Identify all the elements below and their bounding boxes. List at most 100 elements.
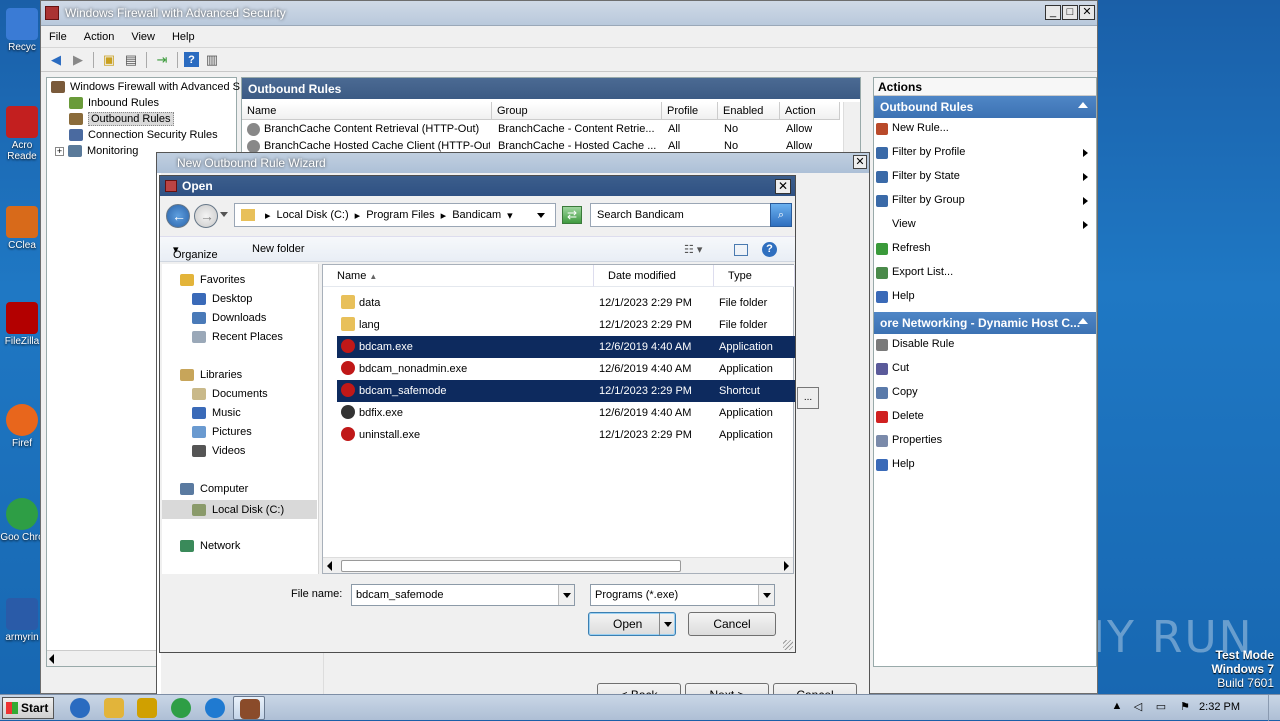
- file-row[interactable]: bdfix.exe 12/6/2019 4:40 AM Application: [337, 402, 795, 424]
- nav-desktop[interactable]: Desktop: [192, 293, 252, 305]
- nav-libraries[interactable]: Libraries: [180, 369, 242, 381]
- action-center-icon[interactable]: ⚑: [1178, 700, 1192, 714]
- menu-action[interactable]: Action: [84, 31, 115, 43]
- show-desktop-button[interactable]: [1268, 695, 1280, 721]
- file-row[interactable]: lang 12/1/2023 2:29 PM File folder: [337, 314, 795, 336]
- nav-videos[interactable]: Videos: [192, 445, 245, 457]
- tree-item-inbound-rules[interactable]: Inbound Rules: [69, 95, 159, 111]
- tree-item-outbound-rules[interactable]: Outbound Rules: [69, 111, 174, 127]
- desktop-icon[interactable]: Goo Chro: [0, 498, 44, 543]
- nav-computer[interactable]: Computer: [180, 483, 248, 495]
- tree-root[interactable]: Windows Firewall with Advanced S: [51, 79, 240, 95]
- column-header-group[interactable]: Group: [492, 102, 662, 120]
- explorer-icon[interactable]: [104, 698, 124, 718]
- nav-pictures[interactable]: Pictures: [192, 426, 252, 438]
- column-header-name[interactable]: Name ▲: [323, 265, 594, 287]
- search-icon[interactable]: ⌕: [770, 203, 792, 227]
- column-header-profile[interactable]: Profile: [662, 102, 718, 120]
- taskbar-firewall-app[interactable]: [233, 696, 265, 720]
- nav-network[interactable]: Network: [180, 540, 240, 552]
- back-button[interactable]: ←: [166, 204, 190, 228]
- desktop-icon[interactable]: FileZilla: [0, 302, 44, 347]
- menu-file[interactable]: File: [49, 31, 67, 43]
- action-item-filter-by-profile[interactable]: Filter by Profile: [874, 142, 1096, 166]
- file-row[interactable]: bdcam.exe 12/6/2019 4:40 AM Application: [337, 336, 795, 358]
- desktop-icon[interactable]: armyrin: [0, 598, 44, 643]
- open-dialog-titlebar[interactable]: Open ✕: [160, 176, 795, 196]
- nav-favorites[interactable]: Favorites: [180, 274, 245, 286]
- action-item-copy[interactable]: Copy: [874, 382, 1096, 406]
- close-button[interactable]: ✕: [1079, 5, 1095, 20]
- action-item-help[interactable]: Help: [874, 286, 1096, 310]
- file-type-select[interactable]: Programs (*.exe): [590, 584, 775, 606]
- file-name-input[interactable]: bdcam_safemode: [351, 584, 575, 606]
- desktop-icon[interactable]: Acro Reade: [0, 106, 44, 162]
- open-dialog-close-button[interactable]: ✕: [775, 179, 791, 194]
- actions-section-outbound[interactable]: Outbound Rules: [874, 96, 1096, 118]
- column-header-action[interactable]: Action: [780, 102, 840, 120]
- file-row[interactable]: uninstall.exe 12/1/2023 2:29 PM Applicatio…: [337, 424, 795, 446]
- speaker-icon[interactable]: ◁: [1131, 700, 1145, 714]
- forward-arrow-icon[interactable]: ▶: [69, 51, 87, 69]
- help-icon[interactable]: ?: [762, 242, 777, 257]
- file-row[interactable]: bdcam_safemode 12/1/2023 2:29 PM Shortcut: [337, 380, 795, 402]
- search-input[interactable]: Search Bandicam ⌕: [590, 203, 792, 227]
- desktop-icon[interactable]: Firef: [0, 404, 44, 449]
- new-folder-button[interactable]: New folder: [252, 243, 305, 255]
- cancel-button[interactable]: Cancel: [688, 612, 776, 636]
- breadcrumb-program-files[interactable]: Program Files: [366, 209, 434, 221]
- action-item-filter-by-group[interactable]: Filter by Group: [874, 190, 1096, 214]
- action-item-help[interactable]: Help: [874, 454, 1096, 478]
- organize-button[interactable]: Organize ▾: [173, 243, 218, 261]
- resize-grip-icon[interactable]: [783, 640, 793, 650]
- column-header-date[interactable]: Date modified: [594, 265, 714, 287]
- preview-pane-icon[interactable]: [734, 244, 748, 256]
- ie-icon[interactable]: [70, 698, 90, 718]
- action-item-cut[interactable]: Cut: [874, 358, 1096, 382]
- recent-locations-dropdown[interactable]: [220, 212, 228, 217]
- nav-recent-places[interactable]: Recent Places: [192, 331, 283, 343]
- help-icon[interactable]: ?: [184, 52, 199, 67]
- tree-item-connection-security[interactable]: Connection Security Rules: [69, 127, 218, 143]
- open-split-dropdown[interactable]: [659, 613, 675, 635]
- tree-item-monitoring[interactable]: + Monitoring: [55, 143, 138, 159]
- menu-view[interactable]: View: [131, 31, 155, 43]
- file-type-dropdown[interactable]: [758, 585, 774, 605]
- maximize-button[interactable]: □: [1062, 5, 1078, 20]
- column-header-enabled[interactable]: Enabled: [718, 102, 780, 120]
- edge-icon[interactable]: [205, 698, 225, 718]
- scroll-thumb[interactable]: [341, 560, 681, 572]
- action-item-view[interactable]: View: [874, 214, 1096, 238]
- action-item-filter-by-state[interactable]: Filter by State: [874, 166, 1096, 190]
- network-tray-icon[interactable]: ▭: [1154, 700, 1168, 714]
- export-icon[interactable]: ⇥: [153, 51, 171, 69]
- address-bar[interactable]: ▸ Local Disk (C:) ▸ Program Files ▸ Bandica…: [234, 203, 556, 227]
- show-hide-tree-icon[interactable]: ▤: [122, 51, 140, 69]
- action-item-delete[interactable]: Delete: [874, 406, 1096, 430]
- file-name-dropdown[interactable]: [558, 585, 574, 605]
- wizard-close-button[interactable]: ✕: [853, 155, 867, 169]
- column-header-type[interactable]: Type: [714, 265, 795, 287]
- breadcrumb-local-disk[interactable]: Local Disk (C:): [277, 209, 349, 221]
- back-arrow-icon[interactable]: ◀: [47, 51, 65, 69]
- open-button[interactable]: Open: [588, 612, 676, 636]
- nav-local-disk[interactable]: Local Disk (C:): [162, 500, 317, 519]
- start-button[interactable]: Start: [2, 697, 54, 719]
- breadcrumb-bandicam[interactable]: Bandicam: [452, 209, 501, 221]
- action-item-new-rule[interactable]: New Rule...: [874, 118, 1096, 142]
- desktop-icon[interactable]: CClea: [0, 206, 44, 251]
- up-folder-icon[interactable]: ▣: [100, 51, 118, 69]
- properties-pane-icon[interactable]: ▥: [203, 51, 221, 69]
- action-item-export-list[interactable]: Export List...: [874, 262, 1096, 286]
- nav-downloads[interactable]: Downloads: [192, 312, 266, 324]
- nav-documents[interactable]: Documents: [192, 388, 268, 400]
- change-view-icon[interactable]: ☷ ▾: [684, 243, 702, 256]
- table-row[interactable]: BranchCache Content Retrieval (HTTP-Out)…: [242, 121, 842, 138]
- wizard-browse-button[interactable]: ...: [797, 387, 819, 409]
- clock[interactable]: 2:32 PM: [1199, 701, 1240, 713]
- nav-music[interactable]: Music: [192, 407, 241, 419]
- refresh-button[interactable]: ⇄: [562, 206, 582, 224]
- file-row[interactable]: bdcam_nonadmin.exe 12/6/2019 4:40 AM Appli…: [337, 358, 795, 380]
- file-row[interactable]: data 12/1/2023 2:29 PM File folder: [337, 292, 795, 314]
- file-list-hscrollbar[interactable]: [323, 557, 793, 573]
